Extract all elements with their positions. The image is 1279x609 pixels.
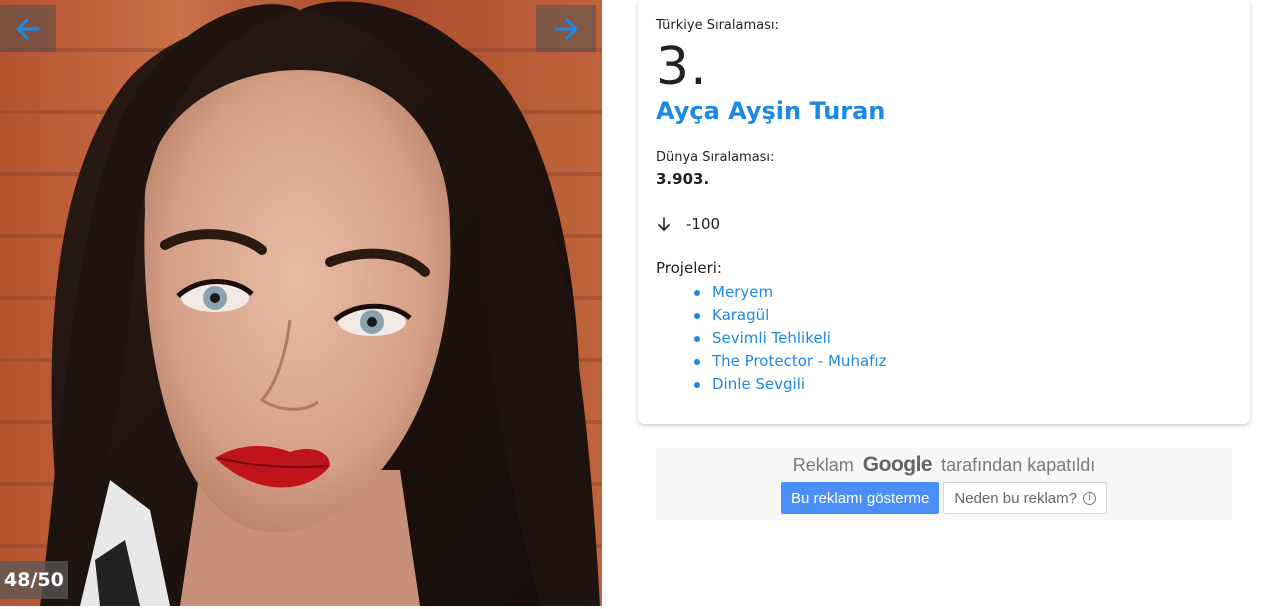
world-rank-label: Dünya Sıralaması: [656, 150, 775, 165]
info-icon: i [1082, 491, 1096, 505]
list-item: Meryem [694, 281, 1232, 304]
list-item: The Protector - Muhafız [694, 350, 1232, 373]
gallery-photo: 48/50 [0, 0, 602, 606]
arrow-left-icon [16, 18, 40, 39]
world-rank-value: 3.903. [656, 170, 710, 188]
ad-closed-panel: Reklam Google tarafından kapatıldı Bu re… [656, 448, 1232, 520]
list-item: Sevimli Tehlikeli [694, 327, 1232, 350]
projects-label: Projeleri: [656, 259, 722, 277]
google-logo: Google [862, 453, 933, 476]
stop-ad-button[interactable]: Bu reklamı gösterme [781, 482, 940, 514]
gallery-prev-button[interactable] [0, 5, 56, 52]
project-link[interactable]: Karagül [712, 306, 769, 324]
gallery-next-button[interactable] [536, 5, 596, 52]
project-link[interactable]: Sevimli Tehlikeli [712, 329, 831, 347]
project-link[interactable]: The Protector - Muhafız [712, 352, 886, 370]
portrait-image [40, 1, 600, 606]
ad-closed-message: Reklam Google tarafından kapatıldı [656, 454, 1232, 476]
profile-card: Türkiye Sıralaması: 3. Ayça Ayşin Turan … [638, 0, 1250, 424]
projects-list: Meryem Karagül Sevimli Tehlikeli The Pro… [694, 281, 1232, 396]
turkey-rank-value: 3. [656, 37, 708, 97]
why-this-ad-label: Neden bu reklam? [954, 489, 1077, 507]
profile-name-link[interactable]: Ayça Ayşin Turan [656, 96, 1232, 126]
ad-buttons: Bu reklamı gösterme Neden bu reklam? i [656, 482, 1232, 514]
project-link[interactable]: Dinle Sevgili [712, 375, 805, 393]
rank-change-value: -100 [686, 215, 721, 233]
list-item: Karagül [694, 304, 1232, 327]
ad-suffix: tarafından kapatıldı [941, 455, 1096, 475]
gallery-counter: 48/50 [0, 561, 68, 599]
list-item: Dinle Sevgili [694, 373, 1232, 396]
ad-prefix: Reklam [792, 455, 854, 475]
why-this-ad-button[interactable]: Neden bu reklam? i [943, 482, 1107, 514]
project-link[interactable]: Meryem [712, 283, 773, 301]
rank-change: -100 [656, 215, 1232, 233]
arrow-down-icon [658, 217, 670, 231]
arrow-right-icon [554, 18, 578, 39]
turkey-rank-label: Türkiye Sıralaması: [656, 18, 779, 33]
